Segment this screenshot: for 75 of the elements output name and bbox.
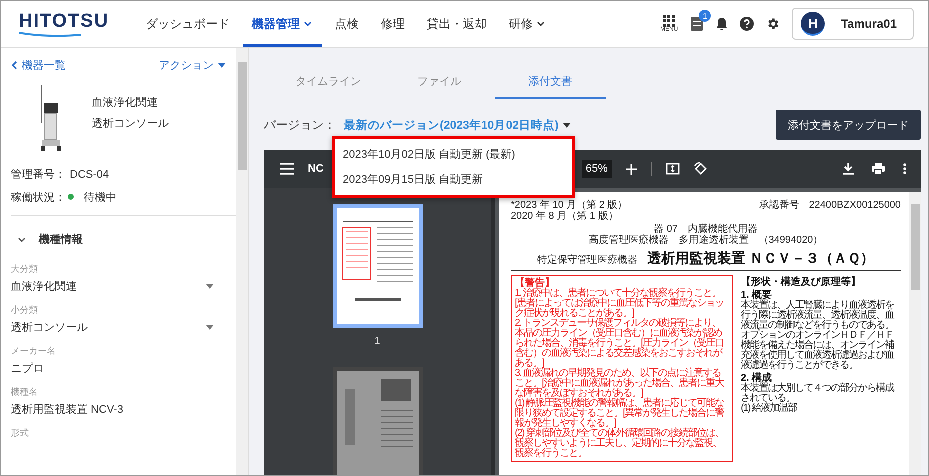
caret-down-icon [218,63,226,68]
menu-item[interactable]: 2023年09月15日版 自動更新 [335,167,572,192]
upload-button[interactable]: 添付文書をアップロード [776,110,921,140]
page-thumbnail[interactable] [332,367,422,475]
info-label: 管理番号： [11,168,66,182]
nav-item[interactable]: 修理 [372,1,414,47]
info-value: DCS-04 [70,168,110,180]
user-button[interactable]: H Tamura01 [792,8,914,40]
zoom-field[interactable]: 65% [582,160,612,178]
section-title: 【形状・構造及び原理等】 [741,277,862,288]
notification-badge: 1 [699,10,712,22]
classification-text: 器 07 内臓機能代用器 [654,224,758,235]
page-number: 1 [374,336,380,347]
chevron-left-icon [11,61,18,70]
document-heading: 2. 構成 [741,373,772,384]
logo: HITOTSU [19,1,110,47]
caret-down-icon [206,284,214,289]
nav-item[interactable]: ダッシュボード [137,1,240,47]
section-header[interactable]: 機種情報 [11,216,236,263]
nav-item[interactable]: 貸出・返却 [418,1,496,47]
title-prefix: 特定保守管理医療機器 [538,255,638,266]
document-paragraph: (1) 給液加温部 [741,404,798,414]
plus-icon[interactable] [626,164,637,174]
avatar: H [801,12,826,36]
field-label: メーカー名 [11,345,57,358]
warning-item: (2) 穿刺部位及び全ての体外循環回路の接続部位は、観察しやすいように工夫し、定期的に十分な監視、観察を行うこと。 [515,429,725,459]
version-label: バージョン： [264,116,336,134]
action-menu[interactable]: アクション [159,58,226,73]
document-title-text: 透析用監視装置 ＮＣＶ－３（ＡＱ） [648,250,874,268]
warning-item: 1. 治療中は、患者について十分な観察を行うこと。[患者によっては治療中に血圧低下等の重篤なショック症状が現れることがある。] [515,289,725,319]
scrollbar-thumb[interactable] [910,204,920,290]
document-paragraph: 本装置は大別して４つの部分から構成されている。 [741,384,896,404]
field-label: 機種名 [11,386,39,399]
info-label: 稼働状況： [11,191,66,205]
caret-down-icon [206,325,214,330]
document-title: NC [308,163,324,175]
settings-icon[interactable] [766,17,780,31]
warning-item: 3. 血液漏れの早期発見のため、以下の点に注意すること。[治療中に血液漏れがあった場合、患者に重大な障害を及ぼすおそれがある。] [515,369,726,399]
select-field[interactable]: 血液浄化関連 [11,279,214,294]
field-value: 透析用監視装置 NCV-3 [11,403,124,417]
warning-item: 2. トランスデューサ保護フィルタの破損等により、本品の圧力ライン（受圧口含む）に血液汚染が認められた場合、消毒を行うこと。[圧力ライン（受圧口含む）の血液汚染による交差感染をおこすおそれがある。] [515,319,725,369]
device-type: 透析コンソール [92,117,169,131]
field-label: 形式 [11,427,30,440]
document-paragraph: オプションのオンラインＨＤＦ／ＨＦ機能を備えた場合には、オンライン補充液を使用して血液透析濾過および血液濾過を行うことができる。 [741,331,896,371]
scrollbar-thumb[interactable] [238,62,246,170]
field-value: ニプロ [11,362,45,376]
download-icon[interactable] [843,163,854,175]
select-field[interactable]: 透析コンソール [11,320,214,335]
bell-icon[interactable] [716,17,728,31]
document-paragraph: 本装置は、人工腎臓により血液透析を行う際に透析液流量、透析液温度、血液流量の制御などを行うものである。 [741,301,896,331]
info-value: 待機中 [84,191,117,205]
field-label: 大分類 [11,263,39,276]
document-heading: 1. 概要 [741,290,772,301]
print-icon[interactable] [872,163,885,175]
tab[interactable]: 添付文書 [495,66,606,99]
device-category: 血液浄化関連 [92,96,159,110]
menu-item[interactable]: 2023年10月02日版 自動更新 (最新) [335,142,572,167]
document-icon[interactable] [690,16,704,32]
revision-date: *2023 年 10 月（第 2 版） [511,200,628,211]
classification-text: 高度管理医療機器 多用途透析装置 （34994020） [588,235,824,246]
caret-down-icon [562,122,571,128]
page-thumbnail[interactable] [332,204,422,328]
menu-icon[interactable] [280,163,294,175]
warning-item: (1) 静脈圧監視機能の警報幅は、患者に応じて可能な限り狭めて設定すること。[異常が発生した場合に警報が発生しやすくなる。] [515,399,726,429]
back-link[interactable]: 機器一覧 [11,58,66,73]
fit-page-icon[interactable] [666,163,680,175]
warning-title: 【警告】 [515,278,556,289]
approval-number: 承認番号 22400BZX00125000 [759,200,901,211]
help-icon[interactable] [740,17,754,31]
nav-item[interactable]: 点検 [326,1,368,47]
more-icon[interactable] [903,163,907,175]
revision-date: 2020 年 8 月（第 1 版） [511,211,620,222]
field-label: 小分類 [11,304,39,317]
nav-item[interactable]: 研修 [500,1,556,47]
rotate-icon[interactable] [694,162,708,176]
